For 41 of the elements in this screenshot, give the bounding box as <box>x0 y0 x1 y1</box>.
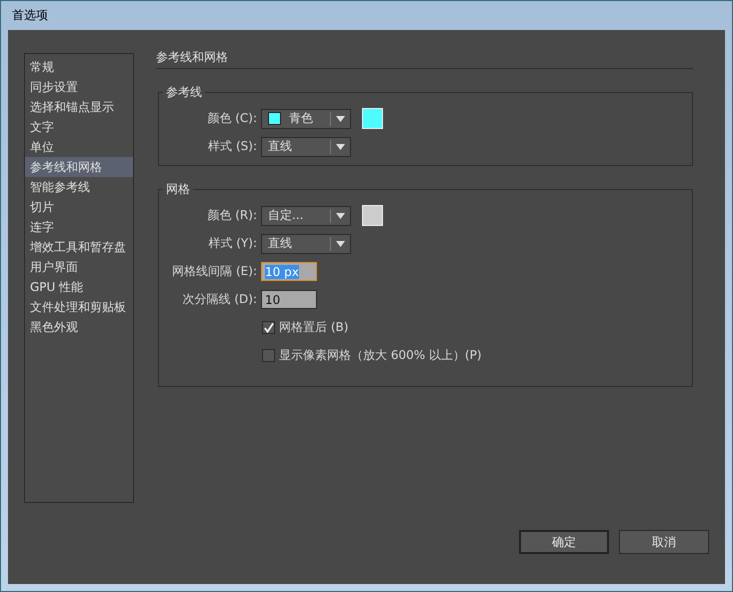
category-item[interactable]: 同步设置 <box>25 77 133 97</box>
category-item[interactable]: 增效工具和暂存盘 <box>25 237 133 257</box>
caret-icon <box>336 116 345 122</box>
checkbox-label: 显示像素网格（放大 600% 以上）(P) <box>279 347 482 364</box>
field-label: 颜色 (R): <box>206 207 258 224</box>
category-item[interactable]: 智能参考线 <box>25 177 133 197</box>
category-item[interactable]: 用户界面 <box>25 257 133 277</box>
input-field[interactable]: 10 <box>261 290 317 309</box>
category-item[interactable]: 选择和锚点显示 <box>25 97 133 117</box>
field-label: 颜色 (C): <box>206 110 258 127</box>
category-item[interactable]: 切片 <box>25 197 133 217</box>
group-title: 网格 <box>165 181 191 198</box>
dialog-button[interactable]: 取消 <box>619 530 709 554</box>
dropdown[interactable]: 直线 <box>261 234 351 254</box>
field-label: 网格线间隔 (E): <box>171 263 258 280</box>
category-item[interactable]: 连字 <box>25 217 133 237</box>
group-title: 参考线 <box>165 84 203 101</box>
checkbox[interactable] <box>262 349 275 362</box>
checkbox[interactable] <box>262 321 275 334</box>
dialog-button[interactable]: 确定 <box>519 530 609 554</box>
category-item[interactable]: 文字 <box>25 117 133 137</box>
field-label: 次分隔线 (D): <box>182 291 258 308</box>
caret-icon <box>336 240 345 246</box>
field-label: 样式 (S): <box>207 138 258 155</box>
caret-icon <box>336 212 345 218</box>
category-item[interactable]: 文件处理和剪贴板 <box>25 297 133 317</box>
dropdown[interactable]: 自定... <box>261 206 351 226</box>
category-item[interactable]: 单位 <box>25 137 133 157</box>
window-title: 首选项 <box>12 7 48 24</box>
color-swatch[interactable] <box>362 205 383 226</box>
category-item[interactable]: 常规 <box>25 57 133 77</box>
caret-icon <box>336 144 345 150</box>
category-item[interactable]: GPU 性能 <box>25 277 133 297</box>
color-swatch[interactable] <box>362 108 383 129</box>
dropdown[interactable]: 青色 <box>261 108 351 128</box>
checkbox-label: 网格置后 (B) <box>279 319 348 336</box>
field-label: 样式 (Y): <box>207 235 258 252</box>
category-item[interactable]: 黑色外观 <box>25 317 133 337</box>
section-title: 参考线和网格 <box>156 49 693 69</box>
category-item[interactable]: 参考线和网格 <box>25 157 133 177</box>
dropdown[interactable]: 直线 <box>261 136 351 156</box>
